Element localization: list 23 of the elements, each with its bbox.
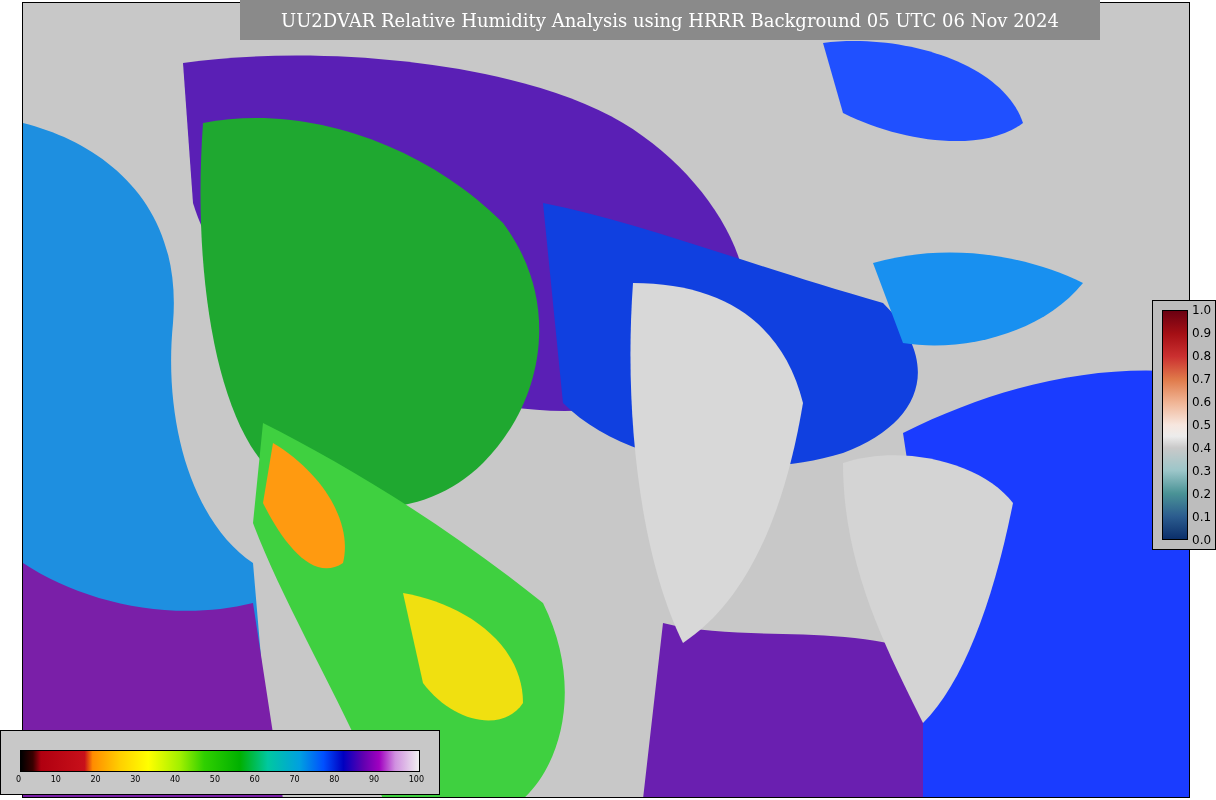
tick-label: 40 <box>170 775 181 784</box>
tick-label: 50 <box>209 775 220 784</box>
tick-label: 0.6 <box>1192 395 1212 409</box>
tick-label: 80 <box>329 775 340 784</box>
tick-label: 0.0 <box>1192 533 1212 547</box>
tick-label: 1.0 <box>1192 303 1212 317</box>
tick-label: 0.5 <box>1192 418 1212 432</box>
tick-label: 10 <box>50 775 61 784</box>
map-title: UU2DVAR Relative Humidity Analysis using HRRR Background 05 UTC 06 Nov 2024 <box>240 0 1100 40</box>
tick-label: 0.8 <box>1192 349 1212 363</box>
tick-label: 0 <box>16 775 22 784</box>
tick-label: 0.1 <box>1192 510 1212 524</box>
tick-label: 90 <box>368 775 380 784</box>
tick-label: 70 <box>289 775 300 784</box>
tick-label: 30 <box>130 775 141 784</box>
tick-label: 0.9 <box>1192 326 1212 340</box>
tick-label: 60 <box>249 775 260 784</box>
tick-label: 100 <box>408 775 424 784</box>
tick-label: 0.7 <box>1192 372 1212 386</box>
tick-label: 0.2 <box>1192 487 1212 501</box>
tick-label: 20 <box>90 775 101 784</box>
tick-label: 0.3 <box>1192 464 1212 478</box>
tick-label: 0.4 <box>1192 441 1212 455</box>
